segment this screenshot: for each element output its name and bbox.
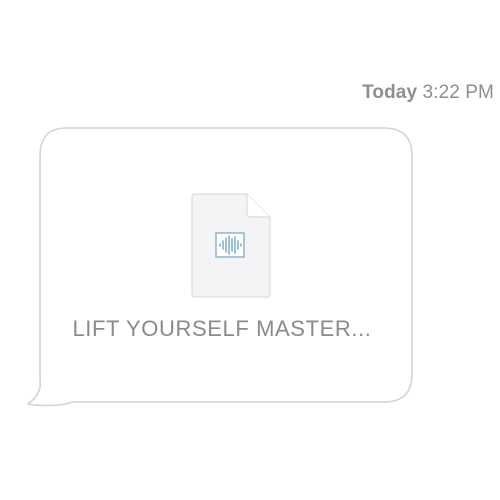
attachment-file-name: LIFT YOURSELF MASTER... — [72, 316, 372, 341]
audio-attachment[interactable]: LIFT YOURSELF MASTER... — [42, 140, 402, 390]
audio-file-icon — [191, 193, 271, 298]
